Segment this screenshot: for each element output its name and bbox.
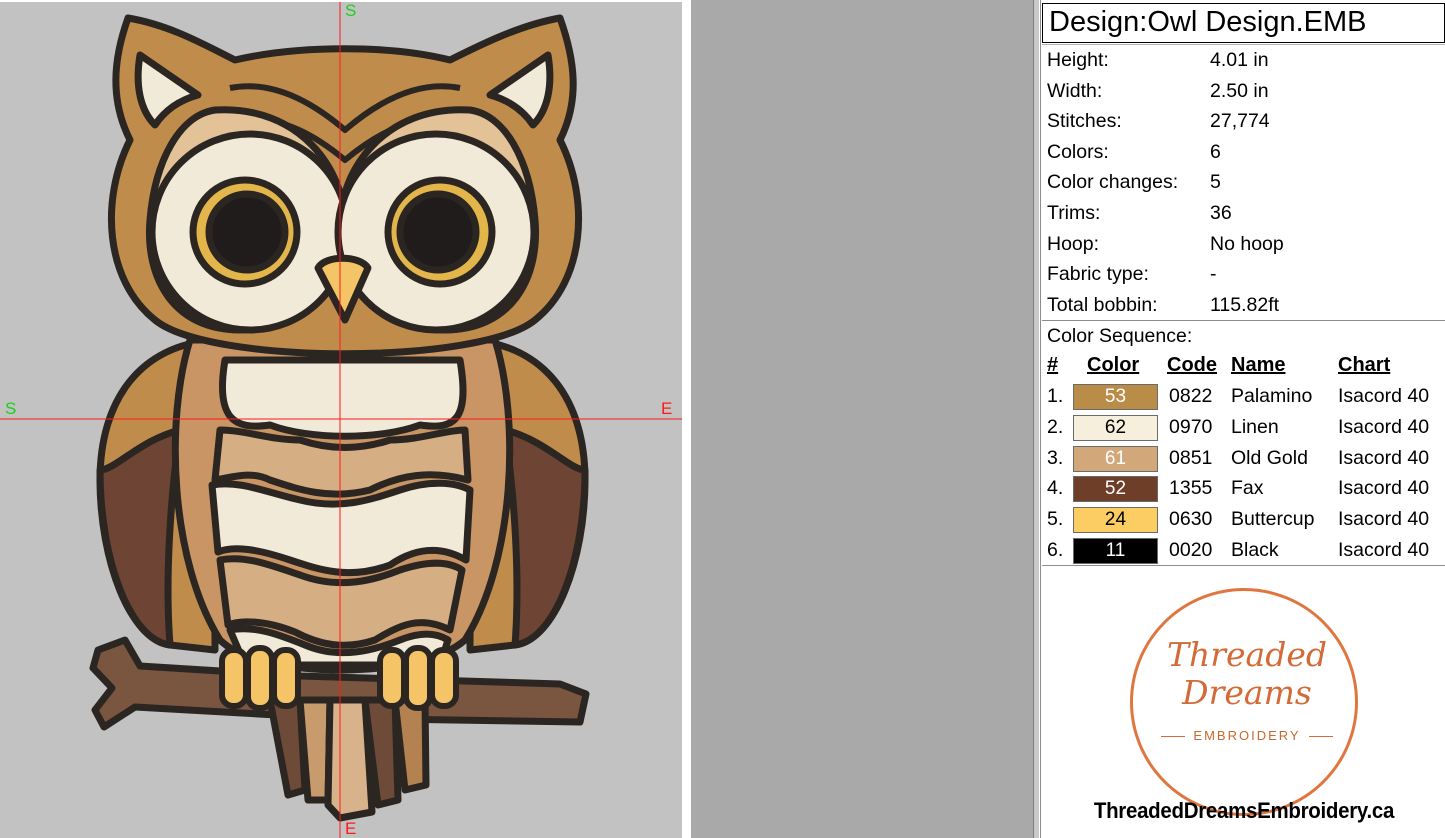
logo-text-threaded: Threaded	[1166, 635, 1328, 674]
property-value: No hoop	[1210, 232, 1284, 255]
logo-rule-right	[1309, 736, 1333, 737]
property-label: Fabric type:	[1047, 263, 1149, 286]
col-header-color: Color	[1087, 354, 1140, 376]
thread-name: Fax	[1231, 477, 1264, 500]
property-value: -	[1210, 263, 1217, 286]
col-header-name: Name	[1231, 354, 1286, 376]
thread-name: Old Gold	[1231, 446, 1308, 469]
property-label: Trims:	[1047, 202, 1101, 224]
color-sequence-row[interactable]: 5. 24 0630 Buttercup Isacord 40	[1041, 504, 1445, 534]
bottom-end-marker: E	[345, 819, 357, 838]
sequence-number: 4.	[1047, 477, 1064, 500]
color-swatch: 61	[1073, 445, 1158, 472]
thread-chart: Isacord 40	[1338, 446, 1430, 469]
color-sequence-title: Color Sequence:	[1047, 325, 1193, 347]
panel-divider[interactable]	[1033, 0, 1039, 838]
thread-code: 1355	[1169, 477, 1213, 500]
workspace-gutter	[691, 0, 1033, 838]
design-canvas[interactable]: S S E E	[0, 0, 691, 838]
property-value: 6	[1210, 140, 1221, 163]
color-swatch: 62	[1073, 414, 1158, 441]
thread-name: Palamino	[1231, 385, 1313, 407]
design-title: Design:Owl Design.EMB	[1042, 3, 1445, 43]
thread-code: 0630	[1169, 508, 1213, 531]
color-sequence-row[interactable]: 3. 61 0851 Old Gold Isacord 40	[1041, 443, 1445, 473]
sequence-number: 1.	[1047, 385, 1064, 407]
thread-chart: Isacord 40	[1338, 385, 1430, 407]
thread-code: 0851	[1169, 446, 1213, 469]
property-value: 115.82ft	[1210, 293, 1280, 316]
property-value: 4.01 in	[1210, 49, 1269, 71]
color-sequence-row[interactable]: 6. 11 0020 Black Isacord 40	[1041, 535, 1445, 565]
property-value: 27,774	[1210, 110, 1270, 133]
logo-text-dreams: Dreams	[1182, 673, 1312, 712]
left-start-marker: S	[5, 399, 17, 418]
design-info-panel: Design:Owl Design.EMB Height: 4.01 in Widt…	[1040, 0, 1445, 838]
top-start-marker: S	[345, 1, 357, 20]
thread-name: Buttercup	[1231, 508, 1315, 531]
property-label: Width:	[1047, 79, 1103, 102]
color-sequence-row[interactable]: 4. 52 1355 Fax Isacord 40	[1041, 473, 1445, 503]
thread-code: 0020	[1169, 539, 1213, 561]
property-label: Total bobbin:	[1047, 293, 1158, 316]
sequence-number: 3.	[1047, 446, 1064, 469]
color-swatch: 11	[1073, 538, 1158, 564]
thread-code: 0970	[1169, 415, 1213, 438]
sequence-number: 6.	[1047, 539, 1064, 561]
thread-chart: Isacord 40	[1338, 508, 1430, 531]
thread-name: Black	[1231, 539, 1279, 561]
thread-chart: Isacord 40	[1338, 477, 1430, 500]
col-header-code: Code	[1167, 354, 1217, 376]
owl-embroidery-preview	[0, 0, 682, 838]
brand-logo: Threaded Dreams EMBROIDERY ThreadedDream…	[1042, 568, 1445, 838]
property-label: Height:	[1047, 49, 1109, 71]
color-swatch: 24	[1073, 507, 1158, 534]
color-sequence-row[interactable]: 1. 53 0822 Palamino Isacord 40	[1041, 381, 1445, 411]
property-label: Color changes:	[1047, 171, 1179, 194]
color-swatch: 53	[1073, 384, 1158, 410]
website-url: ThreadedDreamsEmbroidery.ca	[1093, 798, 1395, 823]
thread-chart: Isacord 40	[1338, 415, 1430, 438]
property-value: 36	[1210, 202, 1232, 224]
color-swatch: 52	[1073, 476, 1158, 503]
property-value: 5	[1210, 171, 1221, 194]
owl-head	[107, 14, 583, 358]
property-value: 2.50 in	[1210, 79, 1269, 102]
property-label: Stitches:	[1047, 110, 1122, 133]
sequence-number: 5.	[1047, 508, 1064, 531]
tail-feathers	[266, 696, 430, 822]
owl-body	[171, 336, 514, 674]
thread-name: Linen	[1231, 415, 1279, 438]
sequence-number: 2.	[1047, 415, 1064, 438]
property-label: Hoop:	[1047, 232, 1100, 255]
right-end-marker: E	[661, 399, 673, 418]
col-header-chart: Chart	[1338, 354, 1391, 376]
logo-circle: Threaded Dreams EMBROIDERY	[1130, 588, 1358, 816]
thread-code: 0822	[1169, 385, 1213, 407]
col-header-num: #	[1047, 354, 1059, 376]
color-sequence-row[interactable]: 2. 62 0970 Linen Isacord 40	[1041, 412, 1445, 442]
thread-chart: Isacord 40	[1338, 539, 1430, 561]
property-label: Colors:	[1047, 140, 1109, 163]
